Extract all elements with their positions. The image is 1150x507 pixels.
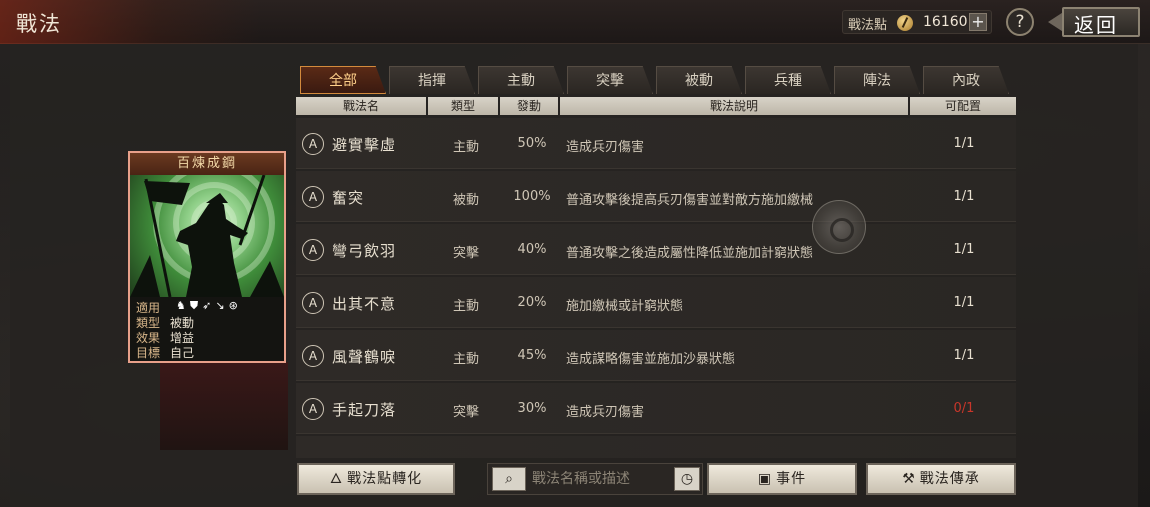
- tab-troop[interactable]: 兵種: [745, 66, 831, 94]
- tactic-row[interactable]: A 奮突 被動 100% 普通攻擊後提高兵刃傷害並對敵方施加繳械 1/1: [296, 171, 1016, 222]
- tactic-slots: 1/1: [953, 136, 975, 151]
- card-target-row: 目標 自己: [136, 344, 194, 361]
- tactic-name: 出其不意: [332, 295, 397, 313]
- tab-formation[interactable]: 陣法: [834, 66, 920, 94]
- card-target-value: 自己: [170, 346, 195, 360]
- grade-badge: A: [302, 292, 324, 314]
- card-info: 適用 ♞⛊➶↘⊛ 類型 被動 效果 增益 目標 自己: [130, 297, 284, 361]
- grade-badge: A: [302, 345, 324, 367]
- card-target-key: 目標: [136, 346, 161, 360]
- search-bar: ⌕ ◷: [487, 463, 703, 495]
- inherit-tactic-label: 戰法傳承: [919, 471, 980, 487]
- inherit-tactic-button[interactable]: ⚒ 戰法傳承: [866, 463, 1016, 495]
- top-bar: 戰法 戰法點 16160 + ? 返回: [0, 0, 1150, 44]
- tactic-points-icon: [897, 15, 913, 31]
- convert-points-button[interactable]: 🜂 戰法點轉化: [297, 463, 455, 495]
- troop-type-icons: ♞⛊➶↘⊛: [176, 299, 242, 313]
- back-label: 返回: [1074, 13, 1118, 37]
- tactic-type: 主動: [452, 140, 479, 155]
- tactic-card-preview[interactable]: 百煉成鋼 適用 ♞⛊➶↘⊛ 類型 被動 效果 增益 目標 自己: [128, 151, 286, 363]
- card-effect-value: 增益: [170, 331, 195, 345]
- drag-handle-icon[interactable]: [812, 200, 866, 254]
- tactic-slots: 0/1: [953, 401, 975, 416]
- tab-command[interactable]: 指揮: [389, 66, 475, 94]
- tactic-rate: 50%: [517, 136, 547, 151]
- tactic-row[interactable]: A 風聲鶴唳 主動 45% 造成謀略傷害並施加沙暴狀態 1/1: [296, 330, 1016, 381]
- tactic-desc: 施加繳械或計窮狀態: [566, 299, 684, 314]
- page-title: 戰法: [16, 12, 62, 36]
- tactic-type: 突擊: [452, 246, 479, 261]
- tactic-desc: 普通攻擊之後造成屬性降低並施加計窮狀態: [566, 246, 814, 261]
- tactic-rate: 20%: [517, 295, 547, 310]
- column-header-slots[interactable]: 可配置: [910, 97, 1016, 115]
- card-title: 百煉成鋼: [130, 153, 284, 175]
- tactic-row-partial[interactable]: [296, 436, 1016, 458]
- back-button[interactable]: 返回: [1048, 7, 1140, 37]
- column-header-desc: 戰法說明: [560, 97, 908, 115]
- event-label: 事件: [776, 471, 807, 487]
- event-alert-icon: ▣: [757, 471, 773, 487]
- tactic-name: 奮突: [332, 189, 365, 207]
- archer-icon: ➶: [202, 299, 216, 312]
- tactic-points-value: 16160: [923, 14, 968, 30]
- tactic-slots: 1/1: [953, 348, 975, 363]
- tactic-name: 彎弓飲羽: [332, 242, 397, 260]
- tactic-slots: 1/1: [953, 242, 975, 257]
- search-input[interactable]: [532, 467, 672, 491]
- tactic-row[interactable]: A 出其不意 主動 20% 施加繳械或計窮狀態 1/1: [296, 277, 1016, 328]
- column-header-rate[interactable]: 發動: [500, 97, 558, 115]
- help-button[interactable]: ?: [1006, 8, 1034, 36]
- tactic-row[interactable]: A 彎弓飲羽 突擊 40% 普通攻擊之後造成屬性降低並施加計窮狀態 1/1: [296, 224, 1016, 275]
- tactic-type: 被動: [452, 193, 479, 208]
- tab-passive[interactable]: 被動: [656, 66, 742, 94]
- grade-badge: A: [302, 186, 324, 208]
- tactic-rate: 40%: [517, 242, 547, 257]
- tactic-row[interactable]: A 手起刀落 突擊 30% 造成兵刃傷害 0/1: [296, 383, 1016, 434]
- tactic-points-label: 戰法點: [848, 18, 888, 33]
- search-icon[interactable]: ⌕: [492, 467, 526, 491]
- cavalry-icon: ♞: [176, 299, 190, 312]
- tactic-list[interactable]: A 避實擊虛 主動 50% 造成兵刃傷害 1/1 A 奮突 被動 100% 普通…: [296, 118, 1016, 458]
- card-art: [130, 175, 284, 297]
- tactic-type: 突擊: [452, 405, 479, 420]
- event-button[interactable]: ▣ 事件: [707, 463, 857, 495]
- tactic-desc: 造成謀略傷害並施加沙暴狀態: [566, 352, 736, 367]
- add-points-button[interactable]: +: [969, 13, 987, 31]
- grade-badge: A: [302, 398, 324, 420]
- warrior-silhouette-icon: [130, 175, 284, 297]
- flame-icon: 🜂: [329, 471, 344, 487]
- tactic-type: 主動: [452, 352, 479, 367]
- tactic-desc: 普通攻擊後提高兵刃傷害並對敵方施加繳械: [566, 193, 814, 208]
- tactic-desc: 造成兵刃傷害: [566, 140, 645, 155]
- spear-icon: ↘: [215, 299, 229, 312]
- tactic-type: 主動: [452, 299, 479, 314]
- tactic-row[interactable]: A 避實擊虛 主動 50% 造成兵刃傷害 1/1: [296, 118, 1016, 169]
- tab-assault[interactable]: 突擊: [567, 66, 653, 94]
- card-stack-shadow: [160, 362, 288, 450]
- hammer-icon: ⚒: [902, 471, 916, 487]
- grade-badge: A: [302, 239, 324, 261]
- shield-icon: ⛊: [189, 299, 203, 312]
- tactic-rate: 45%: [517, 348, 547, 363]
- tactic-slots: 1/1: [953, 189, 975, 204]
- column-header-name[interactable]: 戰法名: [296, 97, 426, 115]
- card-type-value: 被動: [170, 316, 195, 330]
- tab-all[interactable]: 全部: [300, 66, 386, 94]
- column-header-type[interactable]: 類型: [428, 97, 498, 115]
- history-clock-icon[interactable]: ◷: [674, 467, 700, 491]
- grade-badge: A: [302, 133, 324, 155]
- tactic-rate: 100%: [513, 189, 551, 204]
- tactic-desc: 造成兵刃傷害: [566, 405, 645, 420]
- tactic-name: 手起刀落: [332, 401, 397, 419]
- tab-active[interactable]: 主動: [478, 66, 564, 94]
- tactic-name: 風聲鶴唳: [332, 348, 397, 366]
- tactic-points-display: 戰法點 16160 +: [842, 10, 992, 34]
- tactic-rate: 30%: [517, 401, 547, 416]
- tactic-name: 避實擊虛: [332, 136, 397, 154]
- convert-points-label: 戰法點轉化: [347, 471, 423, 487]
- tab-internal[interactable]: 內政: [923, 66, 1009, 94]
- tactic-slots: 1/1: [953, 295, 975, 310]
- siege-icon: ⊛: [228, 299, 242, 312]
